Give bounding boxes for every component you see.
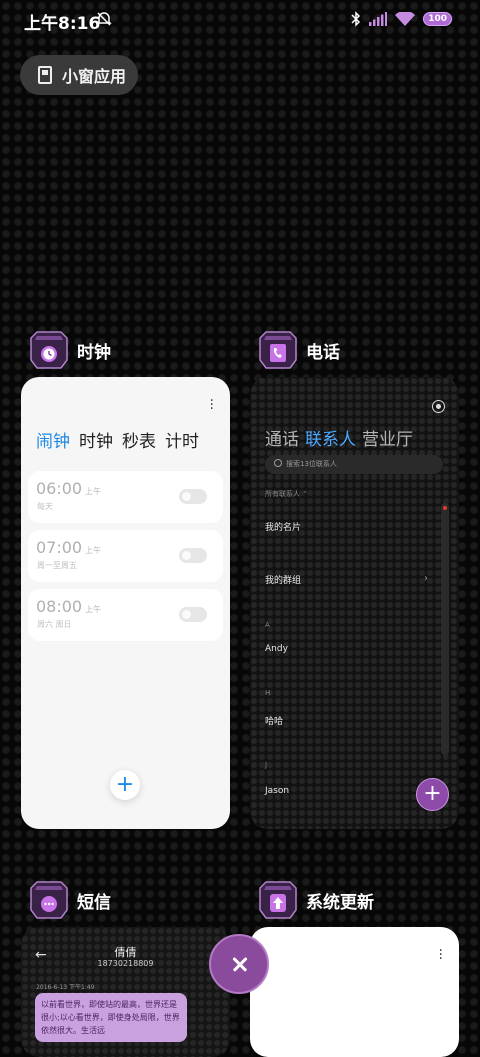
- clock-app-card[interactable]: · · · 闹钟 时钟 秒表 计时 06:00 上午 每天 07:00 上午 周一至周五…: [21, 377, 230, 829]
- update-app-title: 系统更新: [306, 892, 374, 913]
- my-card-row[interactable]: 我的名片: [265, 520, 301, 533]
- tab-service-hall[interactable]: 营业厅: [362, 425, 413, 450]
- alarm-time-value: 06:00: [36, 479, 83, 498]
- signal-icon: [369, 12, 388, 26]
- all-contacts-label: 所有联系人: [265, 490, 300, 498]
- section-letter: A: [265, 621, 270, 629]
- my-groups-row[interactable]: 我的群组: [265, 573, 301, 586]
- phone-app-card[interactable]: 通话 联系人 营业厅 搜索13位联系人 所有联系人 ⌃ 我的名片 我的群组 › …: [250, 377, 459, 829]
- sms-app-header[interactable]: 短信: [27, 880, 111, 920]
- mute-icon: [96, 12, 112, 26]
- message-bubble[interactable]: 以前看世界，即使站的最高，世界还是很小;以心看世界，即使身处局限，世界依然很大。…: [35, 993, 187, 1042]
- contact-number: 18730218809: [97, 959, 154, 968]
- clock-app-icon: [30, 331, 68, 369]
- alarm-item[interactable]: 08:00 上午 周六 周日: [28, 589, 223, 641]
- alarm-repeat: 周六 周日: [37, 620, 72, 629]
- sms-app-icon: [30, 881, 68, 919]
- alarm-ampm: 上午: [85, 487, 102, 496]
- settings-icon[interactable]: [432, 400, 445, 413]
- status-time: 上午8:16: [24, 14, 101, 34]
- contact-name: 倩倩: [114, 946, 137, 959]
- battery-icon: 100: [423, 12, 452, 26]
- system-update-icon: [259, 881, 297, 919]
- phone-tabs: 通话 联系人 营业厅: [265, 425, 413, 450]
- status-bar: 上午8:16 100: [0, 0, 480, 40]
- alarm-ampm: 上午: [85, 546, 102, 555]
- chevron-updown-icon: ⌃: [302, 490, 309, 498]
- sms-app-card[interactable]: ← 倩倩 18730218809 2016-6-13 下午1:49 以前看世界，…: [21, 927, 230, 1057]
- contact-row[interactable]: 哈哈: [265, 714, 283, 727]
- clear-all-recents-button[interactable]: [209, 934, 269, 994]
- favorite-dot: [443, 506, 447, 510]
- alarm-toggle[interactable]: [179, 548, 207, 563]
- contact-row[interactable]: Jason: [265, 786, 289, 796]
- alarm-repeat: 每天: [37, 502, 53, 511]
- wifi-icon: [395, 12, 416, 26]
- alarm-toggle[interactable]: [179, 607, 207, 622]
- phone-app-icon: [259, 331, 297, 369]
- tab-clock[interactable]: 时钟: [79, 427, 113, 452]
- contacts-search-input[interactable]: 搜索13位联系人: [265, 455, 443, 474]
- small-window-label: 小窗应用: [62, 67, 127, 86]
- alarm-item[interactable]: 06:00 上午 每天: [28, 471, 223, 523]
- contact-row[interactable]: Andy: [265, 644, 288, 654]
- alarm-time-value: 08:00: [36, 597, 83, 616]
- update-app-header[interactable]: 系统更新: [256, 880, 374, 920]
- alarm-time: 06:00 上午: [36, 479, 101, 498]
- tab-calls[interactable]: 通话: [265, 425, 299, 450]
- tab-stopwatch[interactable]: 秒表: [122, 427, 156, 452]
- sms-app-title: 短信: [77, 892, 111, 913]
- alarm-time: 07:00 上午: [36, 538, 101, 557]
- alarm-time-value: 07:00: [36, 538, 83, 557]
- small-window-apps-button[interactable]: 小窗应用: [20, 55, 138, 95]
- message-timestamp: 2016-6-13 下午1:49: [36, 984, 95, 991]
- section-letter: H: [265, 689, 271, 697]
- tab-contacts[interactable]: 联系人: [305, 425, 356, 450]
- small-window-icon: [38, 66, 52, 84]
- alarm-time: 08:00 上午: [36, 597, 101, 616]
- bluetooth-icon: [351, 11, 361, 27]
- alarm-ampm: 上午: [85, 605, 102, 614]
- clock-app-title: 时钟: [77, 342, 111, 363]
- search-icon: [274, 459, 282, 467]
- phone-app-header[interactable]: 电话: [256, 330, 340, 370]
- add-alarm-button[interactable]: +: [110, 770, 140, 800]
- status-icons: 100: [351, 11, 452, 27]
- tab-timer[interactable]: 计时: [165, 427, 199, 452]
- add-contact-button[interactable]: +: [416, 778, 449, 811]
- phone-app-title: 电话: [306, 342, 340, 363]
- all-contacts-filter[interactable]: 所有联系人 ⌃: [265, 489, 308, 499]
- more-menu-icon[interactable]: · · ·: [210, 394, 214, 416]
- alarm-repeat: 周一至周五: [37, 561, 77, 570]
- more-menu-icon[interactable]: · · ·: [439, 944, 443, 966]
- alphabet-index-scrollbar[interactable]: [441, 503, 449, 755]
- search-placeholder: 搜索13位联系人: [286, 460, 337, 468]
- clock-tabs: 闹钟 时钟 秒表 计时: [36, 427, 199, 452]
- alarm-item[interactable]: 07:00 上午 周一至周五: [28, 530, 223, 582]
- section-letter: J: [265, 761, 268, 769]
- chevron-right-icon: ›: [424, 573, 428, 584]
- clock-app-header[interactable]: 时钟: [27, 330, 111, 370]
- alarm-toggle[interactable]: [179, 489, 207, 504]
- system-update-card[interactable]: · · ·: [250, 927, 459, 1057]
- tab-alarm[interactable]: 闹钟: [36, 427, 70, 452]
